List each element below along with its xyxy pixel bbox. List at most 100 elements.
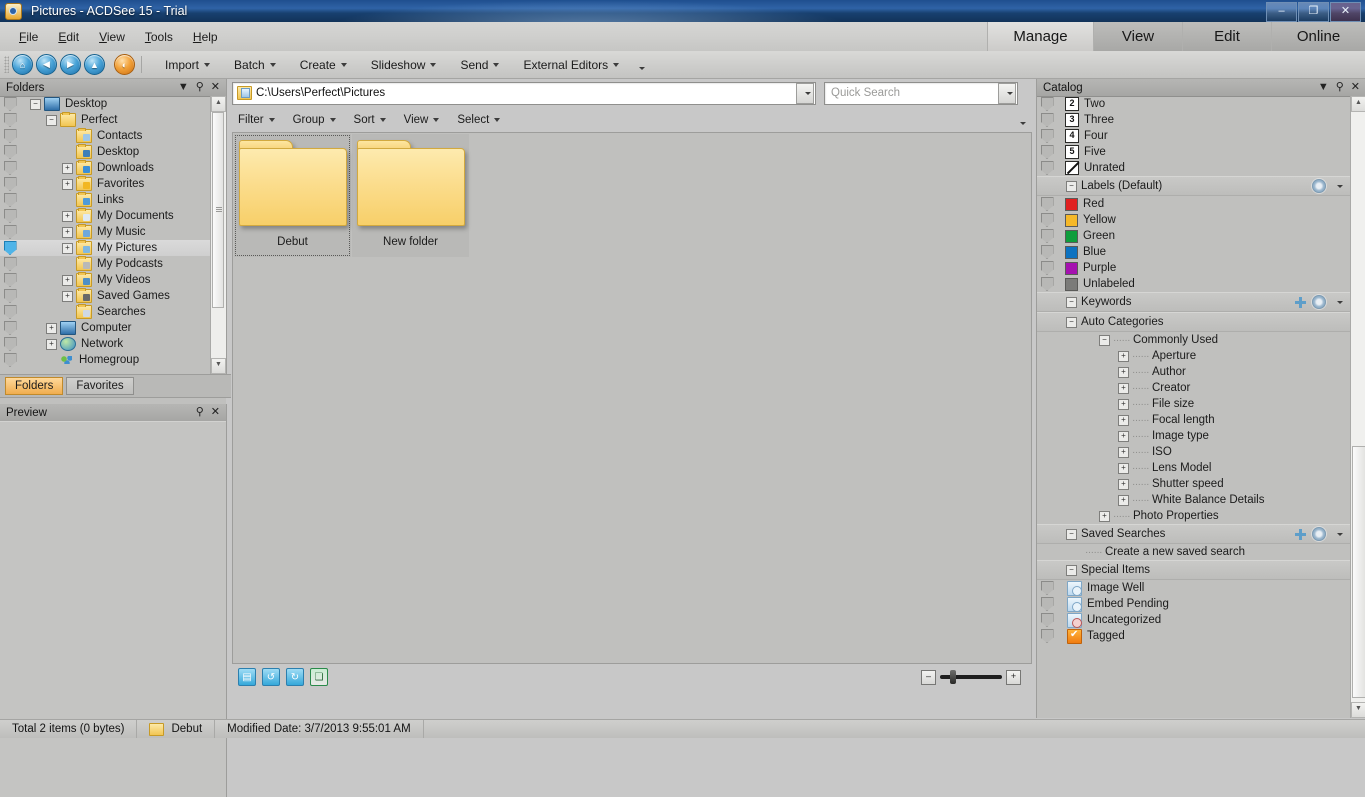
- catalog-section-auto-categories[interactable]: − Auto Categories: [1037, 312, 1351, 332]
- tab-manage[interactable]: Manage: [987, 22, 1093, 51]
- maximize-button[interactable]: ❐: [1298, 2, 1329, 22]
- chevron-down-icon[interactable]: [1337, 300, 1343, 304]
- expand-icon[interactable]: +: [62, 290, 73, 302]
- tag-gutter[interactable]: [0, 208, 20, 224]
- catalog-label-unlabeled[interactable]: Unlabeled: [1037, 276, 1351, 292]
- filter-button[interactable]: Filter: [232, 111, 281, 129]
- tag-gutter[interactable]: [0, 256, 20, 272]
- expand-icon[interactable]: +: [1118, 478, 1129, 490]
- tree-item-desktop[interactable]: Desktop: [0, 144, 210, 160]
- expand-icon[interactable]: +: [62, 178, 73, 190]
- tag-gutter[interactable]: [1037, 228, 1057, 244]
- acdsee-icon[interactable]: ◐: [114, 54, 135, 75]
- catalog-section-special-items[interactable]: − Special Items: [1037, 560, 1351, 580]
- close-icon[interactable]: ✕: [211, 407, 220, 418]
- chevron-down-icon[interactable]: [1337, 532, 1343, 536]
- expand-icon[interactable]: +: [1118, 430, 1129, 442]
- expand-icon[interactable]: +: [1099, 510, 1110, 522]
- chevron-down-icon[interactable]: ▼: [1318, 82, 1329, 93]
- search-dropdown-button[interactable]: [998, 82, 1016, 104]
- group-button[interactable]: Group: [287, 111, 342, 129]
- catalog-special-tagged[interactable]: Tagged: [1037, 628, 1351, 644]
- catalog-label-blue[interactable]: Blue: [1037, 244, 1351, 260]
- tag-gutter[interactable]: [0, 144, 20, 160]
- sort-button[interactable]: Sort: [348, 111, 392, 129]
- tree-item-perfect[interactable]: − Perfect: [0, 112, 210, 128]
- tag-gutter[interactable]: [0, 304, 20, 320]
- tag-gutter[interactable]: [1037, 628, 1057, 644]
- tree-item-computer[interactable]: + Computer: [0, 320, 210, 336]
- tab-online[interactable]: Online: [1271, 22, 1365, 51]
- filter-overflow-button[interactable]: [1015, 116, 1026, 130]
- chevron-down-icon[interactable]: [1337, 184, 1343, 188]
- tree-item-searches[interactable]: Searches: [0, 304, 210, 320]
- tag-gutter[interactable]: [1037, 580, 1057, 596]
- catalog-category-focal-length[interactable]: + ······ Focal length: [1037, 412, 1351, 428]
- gear-icon[interactable]: [1312, 179, 1326, 193]
- address-bar[interactable]: C:\Users\Perfect\Pictures: [232, 81, 816, 105]
- catalog-category-author[interactable]: + ······ Author: [1037, 364, 1351, 380]
- toolbar-overflow-button[interactable]: [634, 61, 646, 75]
- tag-gutter[interactable]: [0, 336, 20, 352]
- tag-gutter[interactable]: [1037, 212, 1057, 228]
- minimize-button[interactable]: –: [1266, 2, 1297, 22]
- toolbar-grip[interactable]: [4, 56, 9, 73]
- view-button[interactable]: View: [398, 111, 446, 129]
- catalog-category-file-size[interactable]: + ······ File size: [1037, 396, 1351, 412]
- tag-gutter[interactable]: [0, 320, 20, 336]
- menu-item-help[interactable]: Help: [184, 27, 227, 47]
- tab-edit[interactable]: Edit: [1182, 22, 1271, 51]
- tag-gutter[interactable]: [0, 272, 20, 288]
- catalog-section-keywords[interactable]: − Keywords: [1037, 292, 1351, 312]
- menu-item-file[interactable]: File: [10, 27, 47, 47]
- expand-icon[interactable]: +: [46, 322, 57, 334]
- catalog-special-image-well[interactable]: Image Well: [1037, 580, 1351, 596]
- catalog-create-saved-search[interactable]: ······ Create a new saved search: [1037, 544, 1351, 560]
- expand-icon[interactable]: +: [46, 338, 57, 350]
- scroll-down-icon[interactable]: ▼: [211, 358, 226, 374]
- thumbnail-area[interactable]: Debut New folder: [232, 132, 1032, 664]
- catalog-rating-three[interactable]: 3 Three: [1037, 112, 1351, 128]
- toolbar-external-editors[interactable]: External Editors: [516, 54, 626, 76]
- tag-gutter[interactable]: [1037, 128, 1057, 144]
- home-icon[interactable]: ⌂: [12, 54, 33, 75]
- collapse-icon[interactable]: −: [1066, 297, 1077, 308]
- expand-icon[interactable]: +: [62, 210, 73, 222]
- expand-icon[interactable]: +: [1118, 462, 1129, 474]
- thumbnail-item[interactable]: New folder: [352, 134, 469, 257]
- folder-tree[interactable]: − Desktop − Perfect Contacts Desktop + Download…: [0, 96, 210, 374]
- menu-item-edit[interactable]: Edit: [49, 27, 88, 47]
- tag-gutter[interactable]: [1037, 160, 1057, 176]
- pin-icon[interactable]: ⚲: [1336, 82, 1344, 93]
- expand-icon[interactable]: +: [1118, 494, 1129, 506]
- search-input[interactable]: Quick Search: [824, 81, 1018, 105]
- rotate-right-icon[interactable]: ↻: [286, 668, 304, 686]
- pin-icon[interactable]: ⚲: [196, 82, 204, 93]
- expand-icon[interactable]: +: [62, 274, 73, 286]
- expand-icon[interactable]: +: [1118, 382, 1129, 394]
- tag-gutter[interactable]: [0, 112, 20, 128]
- tree-item-my-documents[interactable]: + My Documents: [0, 208, 210, 224]
- gear-icon[interactable]: [1312, 527, 1326, 541]
- up-icon[interactable]: ▲: [84, 54, 105, 75]
- add-icon[interactable]: [1295, 296, 1306, 308]
- collapse-icon[interactable]: −: [1066, 529, 1077, 540]
- collapse-icon[interactable]: −: [1066, 565, 1077, 576]
- tab-folders[interactable]: Folders: [5, 377, 64, 395]
- tag-gutter[interactable]: [1037, 144, 1057, 160]
- collapse-icon[interactable]: −: [1066, 317, 1077, 328]
- catalog-section-saved-searches[interactable]: − Saved Searches: [1037, 524, 1351, 544]
- toolbar-import[interactable]: Import: [158, 54, 217, 76]
- tag-gutter[interactable]: [1037, 96, 1057, 112]
- tree-item-links[interactable]: Links: [0, 192, 210, 208]
- catalog-scrollbar[interactable]: ▲ ▼: [1350, 96, 1365, 718]
- catalog-list[interactable]: 2 Two 3 Three 4 Four 5 Five Unrated − Labels (Defa…: [1037, 96, 1351, 718]
- toolbar-send[interactable]: Send: [453, 54, 506, 76]
- catalog-rating-four[interactable]: 4 Four: [1037, 128, 1351, 144]
- catalog-category-lens-model[interactable]: + ······ Lens Model: [1037, 460, 1351, 476]
- expand-icon[interactable]: +: [1118, 398, 1129, 410]
- catalog-category-aperture[interactable]: + ······ Aperture: [1037, 348, 1351, 364]
- rotate-left-icon[interactable]: ↺: [262, 668, 280, 686]
- tag-gutter[interactable]: [1037, 196, 1057, 212]
- toolbar-batch[interactable]: Batch: [227, 54, 283, 76]
